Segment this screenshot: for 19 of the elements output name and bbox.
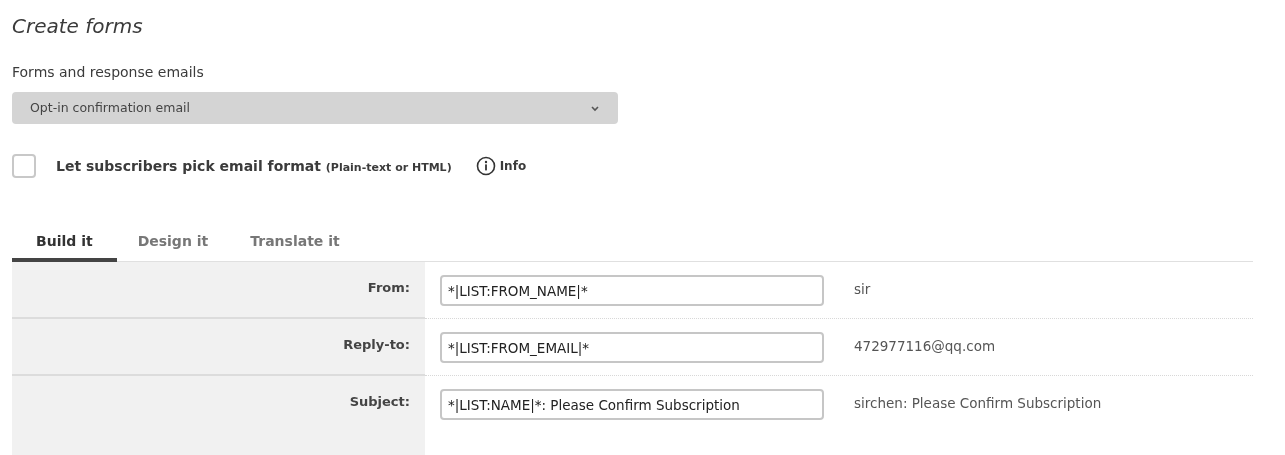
field-label: Subject: — [349, 393, 410, 411]
checkbox[interactable] — [12, 154, 36, 178]
input-field[interactable]: *|LIST:NAME|*: Please Confirm Subscription — [440, 389, 824, 420]
chevron-down-icon — [590, 104, 600, 112]
preview-text: sir — [854, 280, 871, 299]
tab[interactable]: Translate it — [229, 224, 361, 262]
field-label: Reply-to: — [343, 336, 410, 354]
input-field[interactable]: *|LIST:FROM_EMAIL|* — [440, 332, 824, 363]
info-link[interactable]: Info — [499, 157, 527, 175]
option-label: Let subscribers pick email format (Plain-text or HTML) — [56, 156, 452, 176]
preview-text: sirchen: Please Confirm Subscription — [854, 394, 1102, 413]
page-title: Create forms — [12, 13, 143, 40]
field-label: From: — [367, 279, 410, 297]
input-field[interactable]: *|LIST:FROM_NAME|* — [440, 275, 824, 306]
preview-text: 472977116@qq.com — [854, 337, 996, 356]
tab[interactable]: Design it — [116, 224, 230, 262]
field-label: Forms and response emails — [12, 64, 204, 80]
dropdown[interactable]: Opt-in confirmation email — [12, 92, 618, 124]
info-icon[interactable] — [475, 156, 496, 176]
